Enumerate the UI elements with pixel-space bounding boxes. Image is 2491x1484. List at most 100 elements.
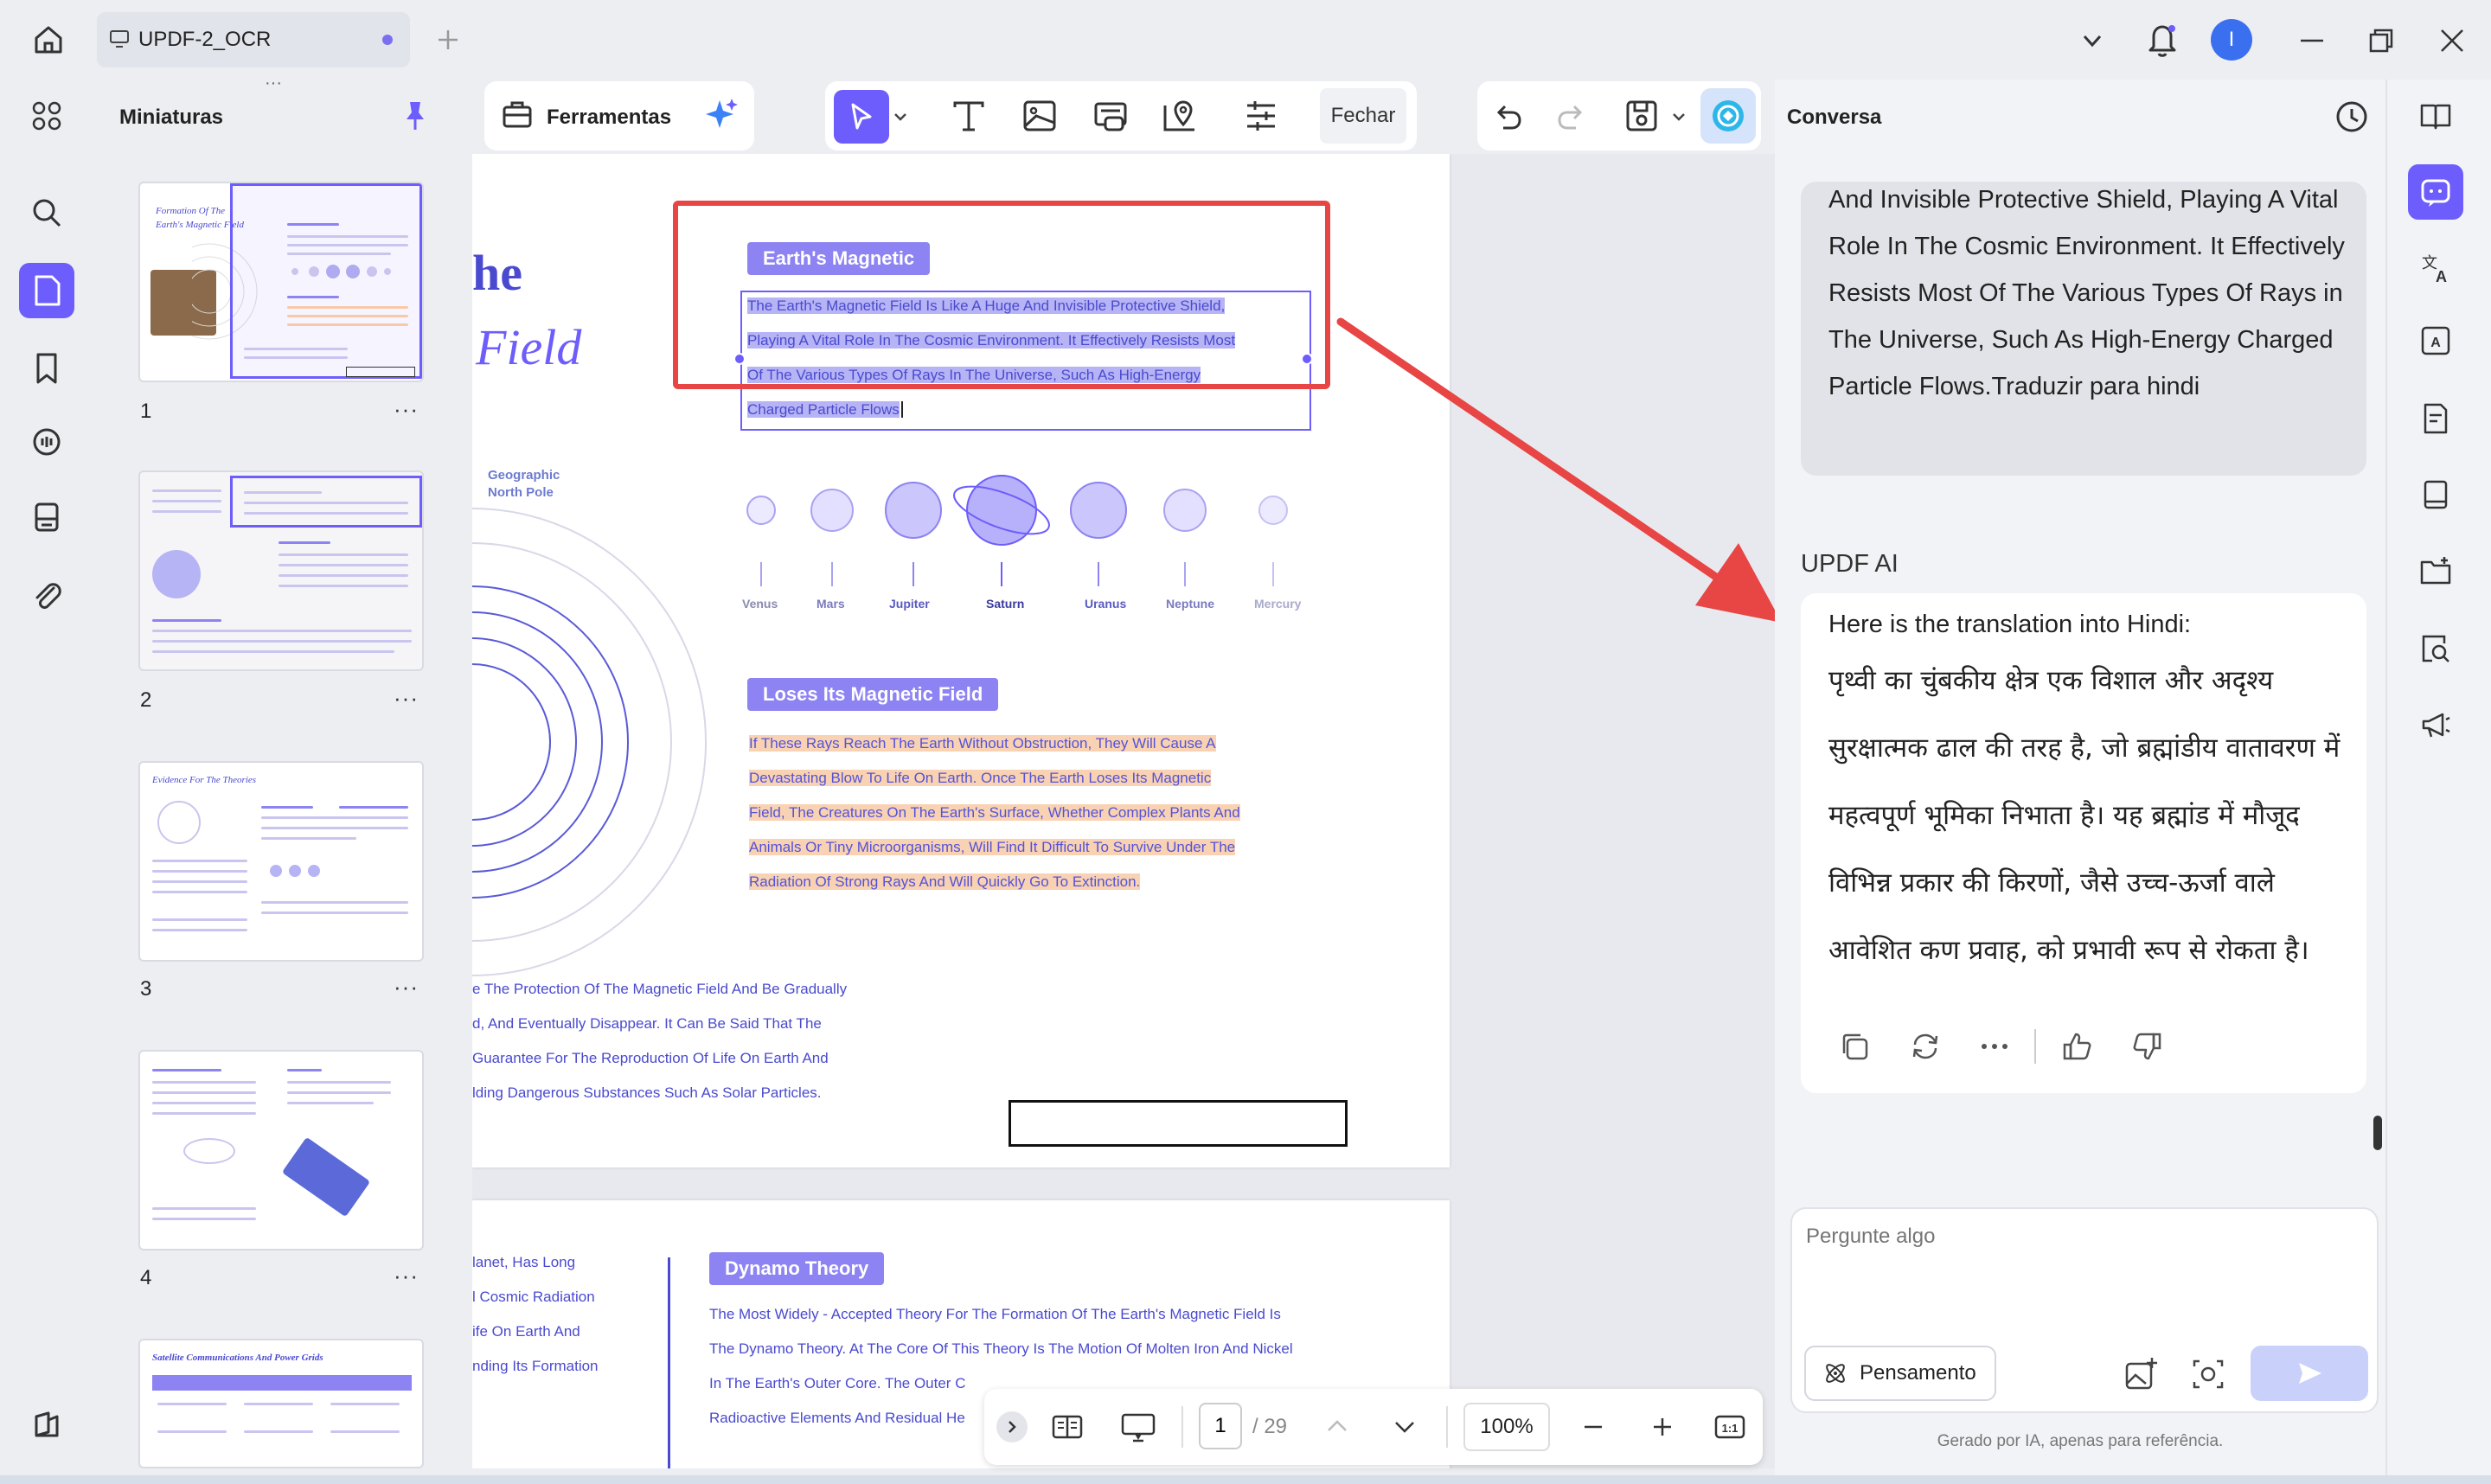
close-edit-button[interactable]: Fechar — [1320, 88, 1406, 144]
page-organize-icon[interactable] — [2408, 467, 2463, 522]
actions-divider — [2034, 1029, 2036, 1064]
send-icon — [2299, 1363, 2321, 1384]
close-window-icon[interactable] — [2437, 26, 2467, 55]
ai-chat-icon[interactable] — [2408, 164, 2463, 220]
user-message-text: And Invisible Protective Shield, Playing… — [1828, 186, 2345, 400]
panel-resize-handle[interactable]: ··· — [265, 74, 296, 92]
svg-text:A: A — [2436, 268, 2447, 285]
empty-text-box[interactable] — [1009, 1100, 1348, 1147]
text-tool-icon[interactable] — [950, 97, 988, 135]
search-document-icon[interactable] — [2408, 621, 2463, 676]
layers-icon[interactable] — [19, 1398, 74, 1453]
total-pages: / 29 — [1252, 1415, 1288, 1438]
reader-book-icon[interactable] — [2408, 88, 2463, 144]
screenshot-icon[interactable] — [2190, 1356, 2226, 1392]
minimize-icon[interactable] — [2297, 26, 2327, 55]
thinking-mode-button[interactable]: Pensamento — [1804, 1346, 1996, 1401]
toolbox-icon[interactable] — [500, 97, 535, 131]
chat-scrollbar[interactable] — [2373, 1116, 2382, 1150]
ai-sparkle-icon[interactable] — [702, 95, 740, 133]
select-dropdown-icon[interactable] — [891, 107, 910, 126]
new-tab-plus-icon[interactable] — [434, 26, 462, 54]
thumbnail-page-2[interactable] — [138, 470, 424, 671]
avatar[interactable]: I — [2211, 19, 2252, 61]
announcement-megaphone-icon[interactable] — [2408, 697, 2463, 752]
planet-label-uranus: Uranus — [1085, 597, 1127, 611]
thumbnail-page-5[interactable]: Satellite Communications And Power Grids — [138, 1339, 424, 1468]
copy-icon[interactable] — [1837, 1029, 1872, 1064]
watermark-tool-icon[interactable] — [1161, 97, 1199, 135]
tools-label[interactable]: Ferramentas — [547, 106, 671, 130]
page-heading: he — [472, 245, 522, 301]
folder-add-icon[interactable] — [2408, 543, 2463, 598]
ai-message-hindi: पृथ्वी का चुंबकीय क्षेत्र एक विशाल और अद… — [1828, 665, 2341, 966]
zoom-in-icon[interactable] — [1647, 1411, 1678, 1442]
thumbnails-icon[interactable] — [19, 263, 74, 318]
pin-icon[interactable] — [400, 99, 431, 133]
thumbnail-page-4[interactable] — [138, 1050, 424, 1251]
text-line: Devastating Blow To Life On Earth. Once … — [749, 770, 1212, 786]
apps-grid-icon[interactable] — [19, 88, 74, 144]
annotation-red-arrow — [1336, 317, 1782, 623]
ai-sender-label: UPDF AI — [1801, 550, 1899, 578]
storage-icon[interactable] — [19, 489, 74, 545]
ai-logo-icon — [1713, 100, 1744, 131]
page-navigation-bar: / 29 100% 1:1 — [984, 1389, 1763, 1465]
actual-size-icon[interactable]: 1:1 — [1713, 1411, 1747, 1442]
thumbnail-more-button[interactable]: ··· — [394, 1263, 419, 1289]
bell-icon[interactable] — [2145, 21, 2180, 59]
thumbnail-more-button[interactable]: ··· — [394, 396, 419, 423]
current-page-input[interactable] — [1199, 1403, 1242, 1449]
svg-text:1:1: 1:1 — [1722, 1422, 1739, 1435]
image-tool-icon[interactable] — [1021, 97, 1059, 135]
form-fields-icon[interactable] — [2408, 391, 2463, 446]
atom-icon — [1822, 1359, 1849, 1387]
thumbnail-more-button[interactable]: ··· — [394, 974, 419, 1001]
collapse-arrow-icon[interactable] — [996, 1411, 1028, 1442]
planet-label-mercury: Mercury — [1254, 597, 1302, 611]
attachment-icon[interactable] — [19, 567, 74, 623]
save-dropdown-icon[interactable] — [1669, 107, 1688, 126]
thumbnail-page-3[interactable]: Evidence For The Theories — [138, 761, 424, 962]
history-clock-icon[interactable] — [2334, 99, 2370, 135]
search-icon[interactable] — [19, 185, 74, 240]
link-tool-icon[interactable] — [1092, 97, 1130, 135]
ai-assistant-button[interactable] — [1700, 88, 1756, 144]
save-icon[interactable] — [1623, 97, 1661, 135]
translate-icon[interactable]: 文A — [2408, 240, 2463, 296]
chevron-down-icon[interactable] — [2078, 26, 2107, 55]
chat-input[interactable] — [1806, 1225, 2325, 1249]
thinking-mode-label: Pensamento — [1860, 1361, 1976, 1385]
thumbs-down-icon[interactable] — [2129, 1029, 2164, 1064]
add-image-icon[interactable] — [2123, 1356, 2159, 1392]
comment-icon[interactable] — [19, 415, 74, 470]
dynamo-theory-title: Dynamo Theory — [709, 1252, 885, 1285]
text-line: lding Dangerous Substances Such As Solar… — [472, 1084, 822, 1101]
presentation-icon[interactable] — [1119, 1410, 1157, 1444]
restore-icon[interactable] — [2366, 26, 2396, 55]
select-tool-button[interactable] — [834, 90, 889, 144]
zoom-level[interactable]: 100% — [1463, 1403, 1550, 1451]
settings-sliders-icon[interactable] — [1242, 97, 1280, 135]
more-options-icon[interactable] — [1977, 1029, 2012, 1064]
thumbs-up-icon[interactable] — [2060, 1029, 2095, 1064]
ocr-icon[interactable]: A — [2408, 313, 2463, 368]
reading-mode-icon[interactable] — [1050, 1410, 1085, 1444]
thumbnails-title: Miniaturas — [119, 106, 224, 129]
zoom-out-icon[interactable] — [1578, 1411, 1609, 1442]
text-line: l Cosmic Radiation — [472, 1289, 595, 1305]
text-line: Charged Particle Flows — [747, 401, 900, 418]
cursor-icon — [851, 103, 872, 130]
thumbnail-page-1[interactable]: Formation Of The Earth's Magnetic Field — [138, 182, 424, 382]
redo-icon[interactable] — [1553, 99, 1588, 133]
thumbnail-more-button[interactable]: ··· — [394, 685, 419, 712]
regenerate-icon[interactable] — [1908, 1029, 1943, 1064]
home-icon[interactable] — [29, 21, 67, 59]
text-line: Radiation Of Strong Rays And Will Quickl… — [749, 873, 1141, 890]
previous-page-icon[interactable] — [1322, 1411, 1353, 1442]
bookmark-icon[interactable] — [19, 341, 74, 396]
undo-icon[interactable] — [1491, 99, 1526, 133]
text-line: If These Rays Reach The Earth Without Ob… — [749, 735, 1216, 752]
next-page-icon[interactable] — [1389, 1411, 1420, 1442]
send-button[interactable] — [2251, 1346, 2368, 1401]
